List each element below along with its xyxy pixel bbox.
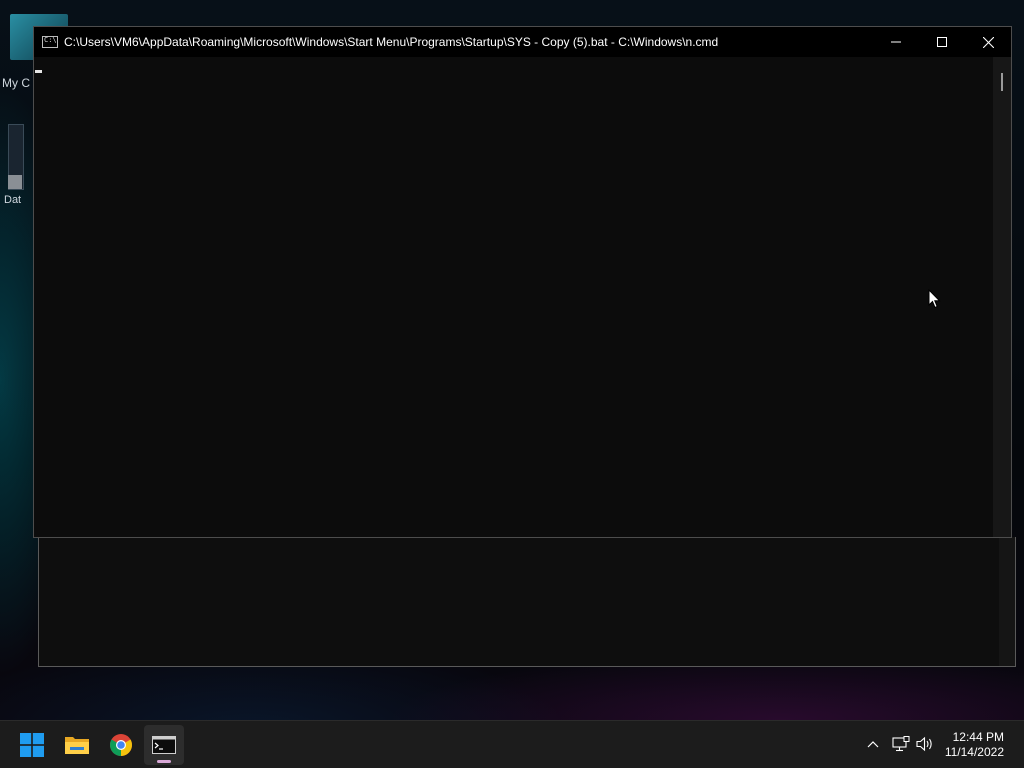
desktop-icon-overlay [8,175,22,189]
show-hidden-icons-button[interactable] [862,733,884,755]
console-scrollbar[interactable] [993,57,1011,537]
volume-icon [916,736,932,752]
chrome-icon [110,734,132,756]
clock-time: 12:44 PM [952,730,1004,744]
network-icon [892,736,910,752]
start-button[interactable] [12,725,52,765]
console-output[interactable] [34,57,993,537]
command-prompt-window[interactable]: C:\Users\VM6\AppData\Roaming\Microsoft\W… [33,26,1012,538]
chrome-button[interactable] [101,725,141,765]
minimize-icon [891,41,901,43]
cmd-icon [42,36,58,48]
windows-logo-icon [20,733,44,757]
title-bar[interactable]: C:\Users\VM6\AppData\Roaming\Microsoft\W… [34,27,1011,57]
desktop-icon-label: My C [2,76,30,90]
background-window[interactable] [38,537,1016,667]
volume-button[interactable] [914,733,936,755]
cmd-icon [152,736,176,754]
clock-date: 11/14/2022 [944,745,1004,759]
background-window-scrollbar[interactable] [999,537,1015,666]
desktop-icon-label: Dat [4,194,22,206]
scrollbar-thumb[interactable] [1001,73,1003,91]
taskbar: 12:44 PM 11/14/2022 [0,720,1024,768]
maximize-icon [937,37,947,47]
network-button[interactable] [890,733,912,755]
command-prompt-taskbar-button[interactable] [144,725,184,765]
folder-icon [65,737,89,754]
window-title: C:\Users\VM6\AppData\Roaming\Microsoft\W… [64,35,719,49]
minimize-button[interactable] [873,27,919,57]
mouse-pointer-icon [928,289,941,309]
text-cursor [35,70,42,73]
close-button[interactable] [965,27,1011,57]
system-clock[interactable]: 12:44 PM 11/14/2022 [945,730,1004,760]
close-icon [982,36,994,48]
file-explorer-button[interactable] [57,725,97,765]
chevron-up-icon [867,741,879,748]
maximize-button[interactable] [919,27,965,57]
